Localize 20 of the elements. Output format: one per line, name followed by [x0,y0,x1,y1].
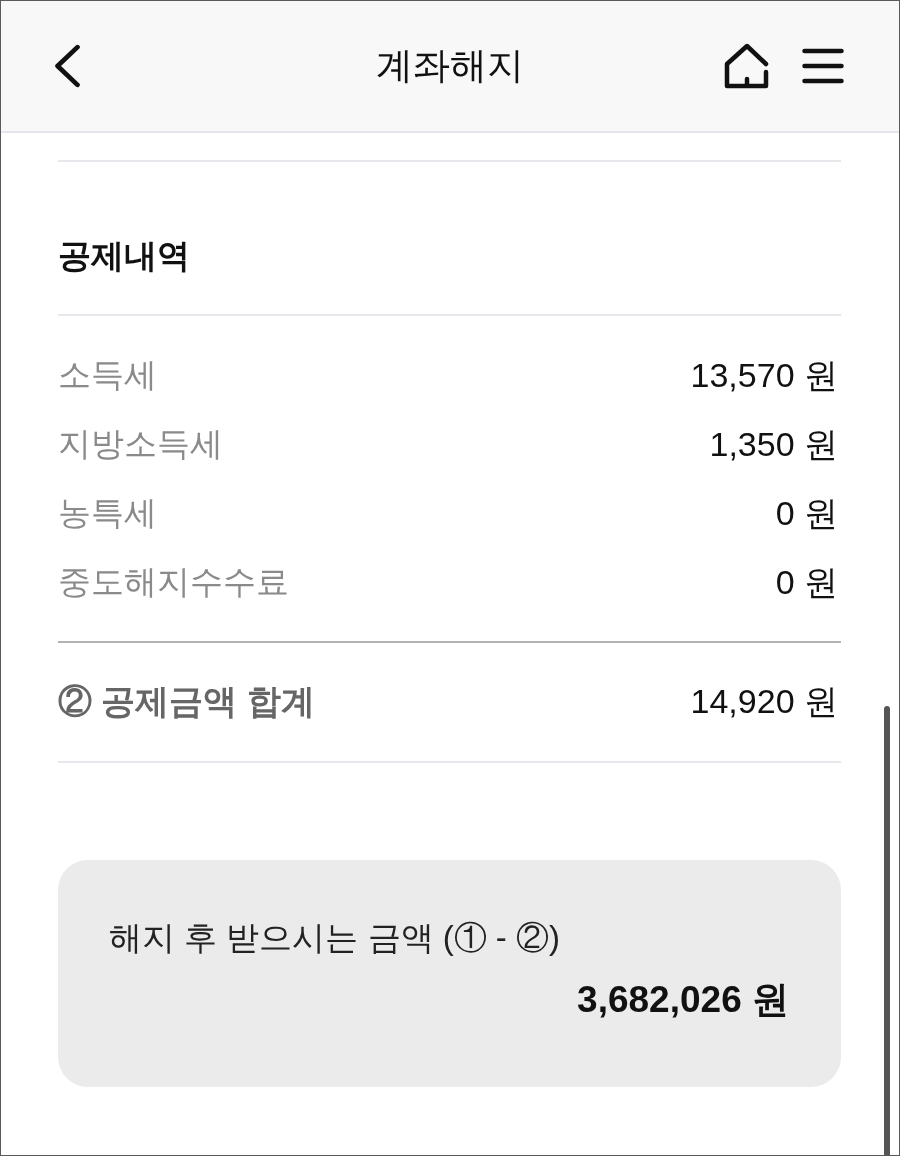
total-amount: 14,920 원 [690,681,839,722]
menu-icon [802,48,844,84]
menu-button[interactable] [802,48,844,84]
deduction-amount: 13,570 원 [690,354,839,396]
deduction-amount: 1,350 원 [709,423,839,465]
section-title: 공제내역 [58,236,190,276]
deduction-amount: 0 원 [775,492,839,534]
deduction-label: 소득세 [58,355,157,395]
result-amount: 3,682,026 원 [577,978,789,1022]
home-button[interactable] [724,43,770,89]
deduction-amount: 0 원 [775,561,839,603]
deduction-label: 중도해지수수료 [58,562,289,602]
deduction-label: 지방소득세 [58,424,223,464]
chevron-left-icon [53,44,81,88]
home-icon [724,43,770,89]
page-title: 계좌해지 [376,44,524,88]
result-label: 해지 후 받으시는 금액 (① - ②) [109,918,560,958]
back-button[interactable] [53,44,81,88]
total-label: ② 공제금액 합계 [58,681,315,722]
deduction-label: 농특세 [58,493,157,533]
